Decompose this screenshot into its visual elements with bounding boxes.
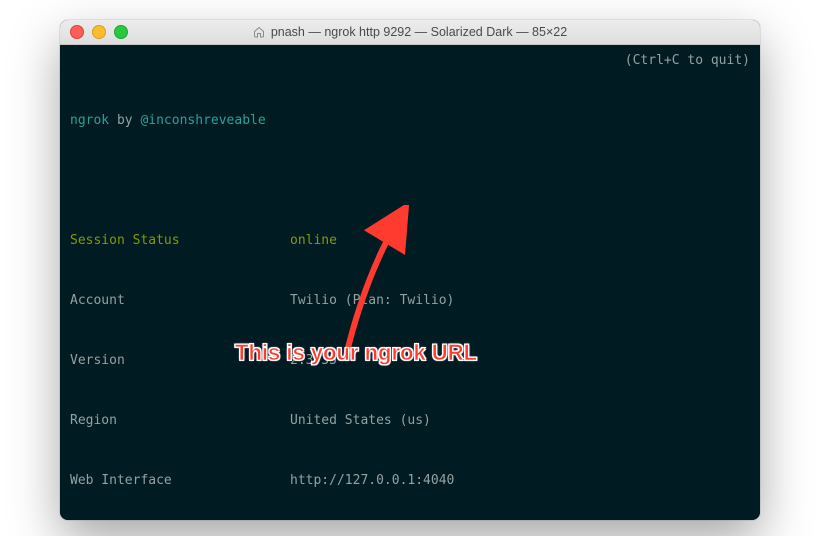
- author-handle: @inconshreveable: [140, 113, 265, 128]
- version-row: Version2.3.35: [70, 351, 750, 371]
- window-title: pnash — ngrok http 9292 — Solarized Dark…: [60, 25, 760, 39]
- titlebar[interactable]: pnash — ngrok http 9292 — Solarized Dark…: [60, 20, 760, 45]
- by-text: by: [109, 113, 140, 128]
- region-value: United States (us): [290, 411, 431, 431]
- terminal-body[interactable]: (Ctrl+C to quit) ngrok by @inconshreveab…: [60, 45, 760, 520]
- account-label: Account: [70, 291, 290, 311]
- web-interface-row: Web Interfacehttp://127.0.0.1:4040: [70, 471, 750, 491]
- quit-hint: (Ctrl+C to quit): [625, 51, 750, 71]
- account-row: AccountTwilio (Plan: Twilio): [70, 291, 750, 311]
- header-line: ngrok by @inconshreveable: [70, 111, 750, 131]
- session-status-row: Session Statusonline: [70, 231, 750, 251]
- region-label: Region: [70, 411, 290, 431]
- web-interface-label: Web Interface: [70, 471, 290, 491]
- window-controls: [60, 25, 128, 39]
- window-title-text: pnash — ngrok http 9292 — Solarized Dark…: [271, 25, 567, 39]
- minimize-icon[interactable]: [92, 25, 106, 39]
- version-label: Version: [70, 351, 290, 371]
- session-status-label: Session Status: [70, 231, 290, 251]
- home-icon: [253, 26, 265, 38]
- maximize-icon[interactable]: [114, 25, 128, 39]
- session-status-value: online: [290, 231, 337, 251]
- close-icon[interactable]: [70, 25, 84, 39]
- region-row: RegionUnited States (us): [70, 411, 750, 431]
- version-value: 2.3.35: [290, 351, 337, 371]
- terminal-window: pnash — ngrok http 9292 — Solarized Dark…: [60, 20, 760, 520]
- web-interface-value: http://127.0.0.1:4040: [290, 471, 454, 491]
- account-value: Twilio (Plan: Twilio): [290, 291, 454, 311]
- app-name: ngrok: [70, 113, 109, 128]
